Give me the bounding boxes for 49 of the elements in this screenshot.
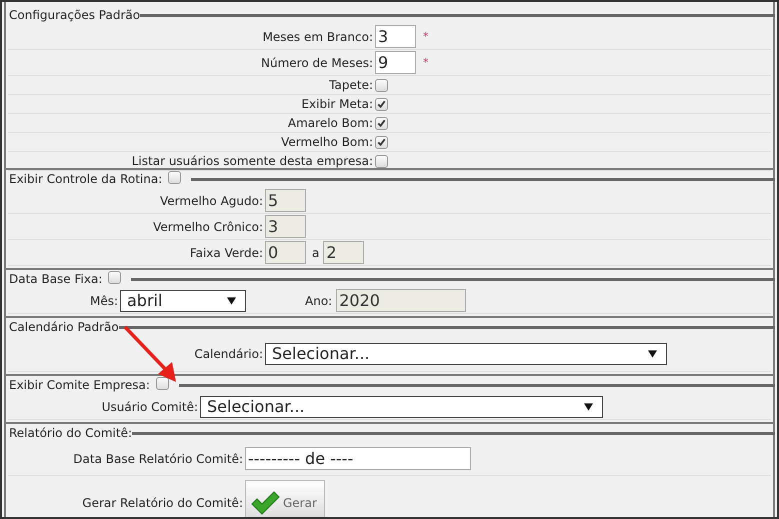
caret-icon: [584, 402, 593, 410]
checkbox[interactable]: [156, 376, 169, 390]
checkbox[interactable]: [375, 136, 388, 148]
dropdown[interactable]: Selecionar...: [265, 342, 667, 364]
month-dropdown[interactable]: abril: [120, 290, 246, 312]
input-field[interactable]: 2020: [336, 289, 466, 312]
generate-button[interactable]: Gerar: [245, 480, 325, 517]
input-field[interactable]: 3: [375, 25, 416, 48]
input-field[interactable]: 2: [323, 241, 364, 264]
input-field[interactable]: 9: [375, 51, 416, 74]
field-label: Calendário:: [193, 346, 264, 360]
section-title: Exibir Comite Empresa:: [8, 378, 150, 392]
field-label: Gerar Relatório do Comitê:: [81, 496, 244, 510]
caret-icon: [648, 350, 657, 358]
field-label: Número de Meses:: [260, 56, 374, 70]
field-label: Meses em Branco:: [262, 30, 374, 44]
section-title: Relatório do Comitê:: [8, 426, 132, 440]
checkbox[interactable]: [108, 270, 122, 284]
caret-icon: [227, 296, 236, 304]
section-title: Data Base Fixa:: [8, 272, 102, 286]
input-field[interactable]: 5: [265, 189, 306, 212]
checkbox[interactable]: [168, 170, 182, 184]
checkbox[interactable]: [375, 78, 388, 92]
checkbox[interactable]: [375, 154, 388, 168]
field-label: Faixa Verde:: [188, 246, 264, 260]
checkmark-icon: [250, 490, 280, 514]
field-label: Data Base Relatório Comitê:: [72, 452, 244, 466]
field-label: Listar usuários somente desta empresa:: [130, 154, 374, 168]
field-label: Amarelo Bom:: [286, 116, 374, 130]
field-label: Ano:: [305, 294, 332, 308]
checkbox[interactable]: [375, 116, 388, 130]
field-label: Vermelho Agudo:: [159, 194, 264, 208]
field-label: Usuário Comitê:: [100, 400, 199, 414]
field-label: Vermelho Bom:: [280, 135, 374, 149]
input-field[interactable]: 0: [265, 241, 306, 264]
checkbox[interactable]: [375, 98, 388, 110]
input-field[interactable]: 3: [265, 215, 306, 238]
range-separator: a: [312, 246, 320, 260]
required-mark: *: [423, 30, 428, 43]
section-title: Exibir Controle da Rotina:: [8, 172, 162, 186]
input-field[interactable]: --------- de ----: [245, 447, 471, 470]
field-label: Mês:: [88, 294, 119, 308]
field-label: Vermelho Crônico:: [152, 220, 264, 234]
section-title: Calendário Padrão: [8, 320, 119, 334]
field-label: Exibir Meta:: [300, 97, 374, 111]
dropdown[interactable]: Selecionar...: [200, 396, 603, 418]
section-title: Configurações Padrão: [8, 8, 140, 22]
field-label: Tapete:: [328, 78, 374, 92]
required-mark: *: [423, 56, 428, 69]
